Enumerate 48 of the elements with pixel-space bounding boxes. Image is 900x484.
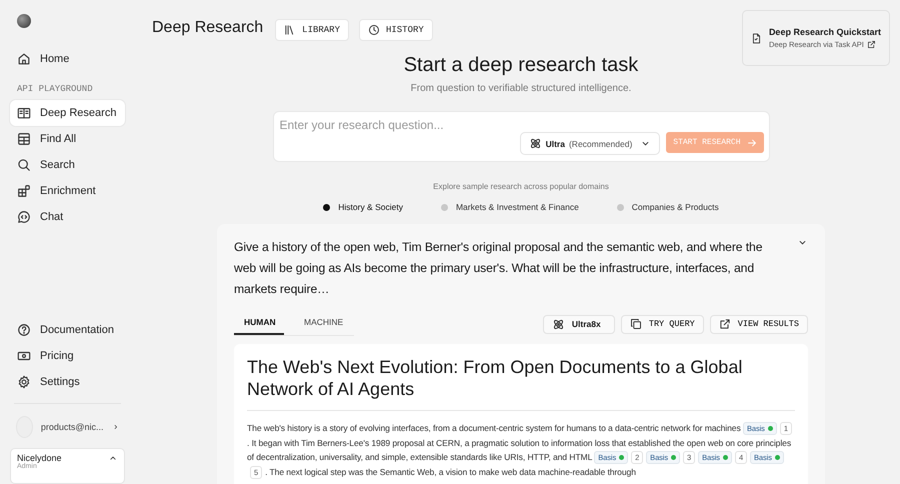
view-tab[interactable]: HUMAN <box>234 312 284 335</box>
atom-icon <box>528 137 542 150</box>
chat-bubble-icon <box>17 210 31 224</box>
model-chip: Ultra8x <box>542 314 615 334</box>
blocks-icon <box>17 184 31 198</box>
atom-icon <box>552 318 565 330</box>
home-icon <box>17 52 31 66</box>
hero-title: Start a deep research task <box>404 54 638 77</box>
logo-icon <box>17 14 31 28</box>
clock-icon <box>368 24 380 36</box>
section-label: API PLAYGROUND <box>17 84 94 94</box>
domain-tab[interactable]: History & Society <box>323 202 403 212</box>
page-title: Deep Research <box>152 19 264 37</box>
account-menu[interactable]: products@nic... <box>10 412 125 442</box>
document-icon <box>750 32 762 44</box>
table-icon <box>17 132 31 146</box>
hero-subtitle: From question to verifiable structured intelligence. <box>410 83 632 94</box>
sidebar-item[interactable]: Search <box>10 152 125 178</box>
search-icon <box>17 158 31 172</box>
external-link-icon <box>718 318 731 330</box>
sidebar-item[interactable]: Pricing <box>10 343 125 369</box>
copy-icon <box>630 318 642 330</box>
action-button[interactable]: TRY QUERY <box>620 314 704 334</box>
header-button[interactable]: LIBRARY <box>275 19 349 41</box>
sidebar-item[interactable]: Deep Research <box>10 100 125 126</box>
samples-label: Explore sample research across popular domains <box>433 182 609 191</box>
model-dropdown[interactable]: Ultra (Recommended) <box>520 132 660 155</box>
help-icon <box>17 323 31 337</box>
view-tab[interactable]: MACHINE <box>294 312 344 335</box>
report-title: The Web's Next Evolution: From Open Documents to a Global Network of AI Agents <box>247 356 795 411</box>
domain-tab[interactable]: Markets & Investment & Finance <box>440 202 579 212</box>
domain-tab[interactable]: Companies & Products <box>616 202 719 212</box>
external-link-icon <box>866 40 876 49</box>
sidebar-item[interactable]: Settings <box>10 369 125 395</box>
action-button[interactable]: VIEW RESULTS <box>710 314 808 334</box>
settings-icon <box>17 375 31 389</box>
quickstart-title: Deep Research Quickstart <box>768 27 881 37</box>
chevron-right-icon <box>112 422 119 432</box>
header-button[interactable]: HISTORY <box>358 19 433 41</box>
sidebar-item[interactable]: Home <box>10 46 125 72</box>
banknote-icon <box>17 349 31 363</box>
book-icon <box>17 106 31 120</box>
example-question: Give a history of the open web, Tim Berner's original proposal and the semantic web, and where the web will be going as AIs become the primary user's. What will be the infrastructure, interfaces, and markets require… <box>234 239 764 298</box>
sidebar-item[interactable]: Find All <box>10 126 125 152</box>
sidebar-item[interactable]: Enrichment <box>10 178 125 204</box>
sidebar-item[interactable]: Chat <box>10 204 125 230</box>
arrow-right-icon <box>746 138 756 148</box>
sidebar-item[interactable]: Documentation <box>10 317 125 343</box>
